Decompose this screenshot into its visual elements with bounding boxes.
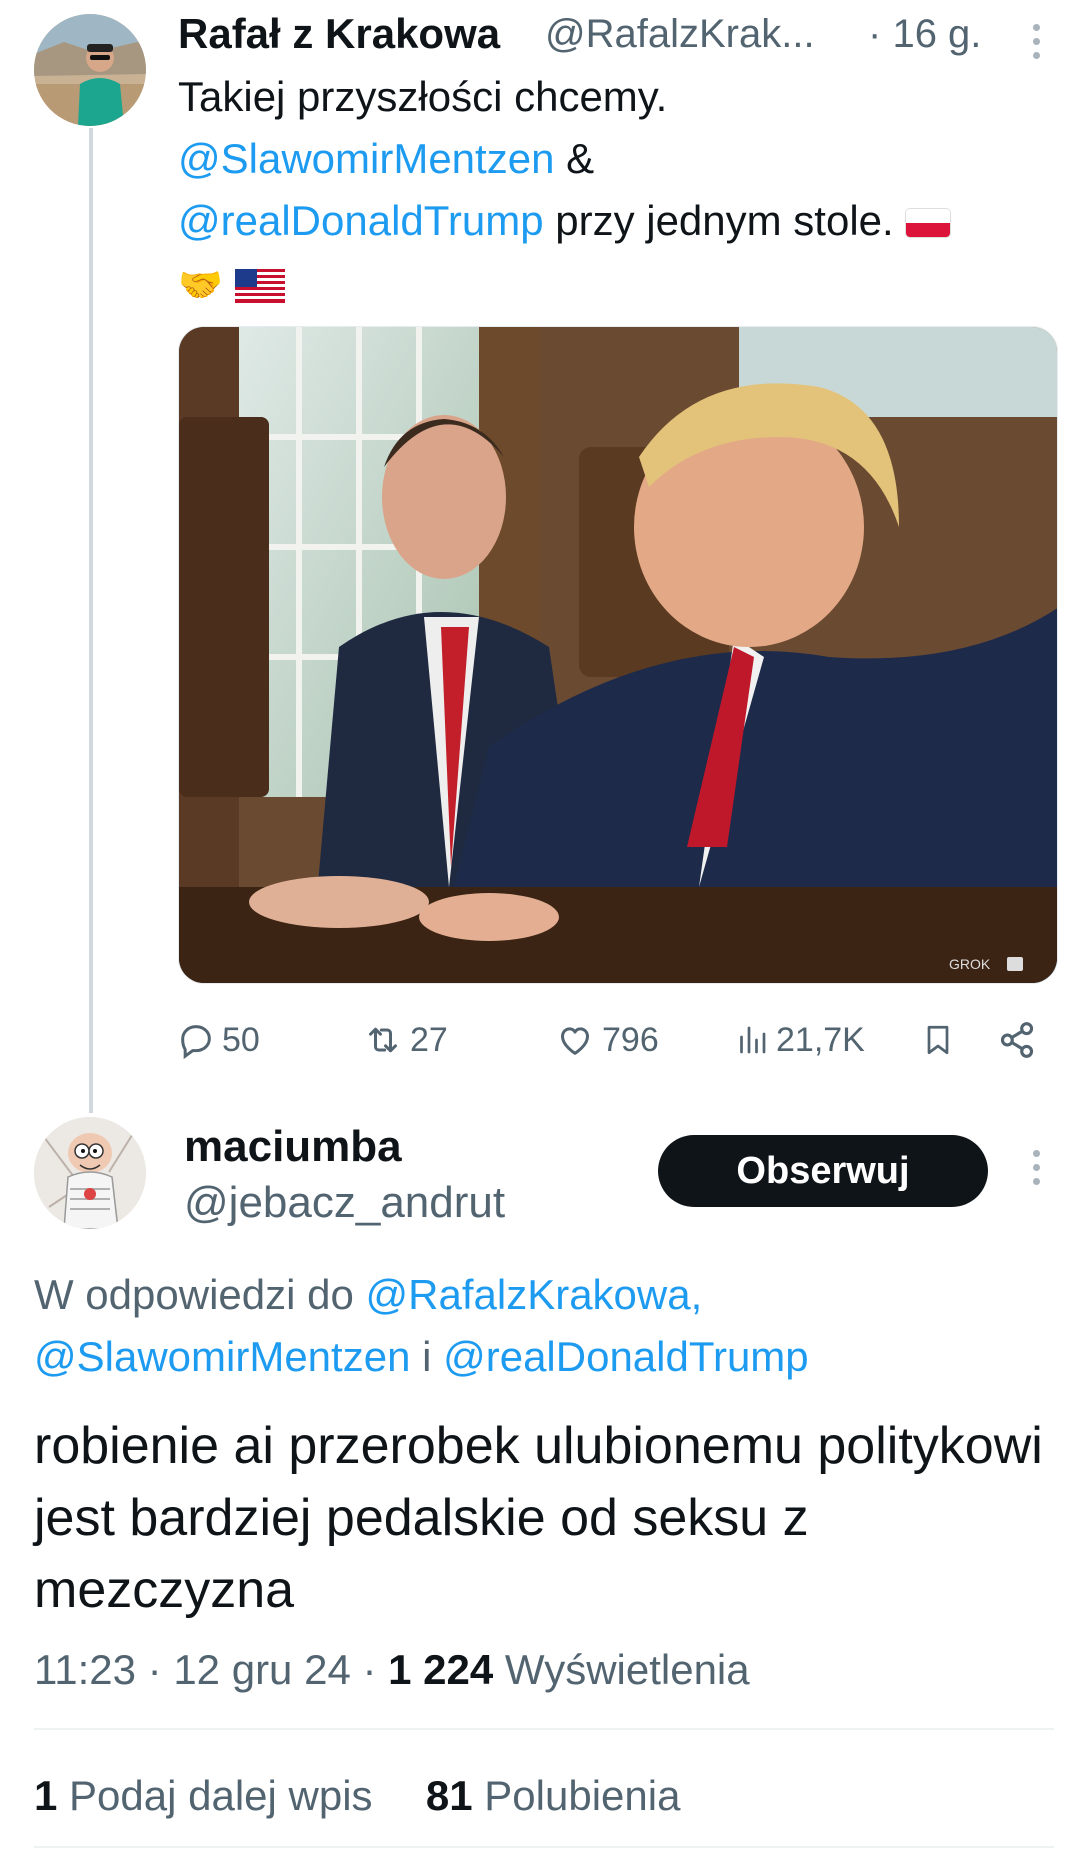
tweet1-text-line1: Takiej przyszłości chcemy. [178,73,668,120]
meta-sep: · [136,1646,174,1693]
tweet2-author-handle[interactable]: @jebacz_andrut [184,1178,505,1228]
tweet1-author-handle[interactable]: @RafalzKrak... [545,12,815,57]
time-ago: 16 g. [892,12,982,56]
handshake-icon: 🤝 [178,264,223,305]
avatar-rafal[interactable] [34,14,146,126]
bookmark-button[interactable] [920,1012,956,1068]
repost-action[interactable]: 27 [362,1012,448,1068]
avatar-maciumba[interactable] [34,1117,146,1229]
mention-trump[interactable]: @realDonaldTrump [178,197,544,244]
tweet2-meta: 11:23 · 12 gru 24 · 1 224 Wyświetlenia [34,1646,750,1694]
tweet2-stats: 1 Podaj dalej wpis 81 Polubienia [34,1772,680,1820]
usa-flag-icon [234,258,285,320]
media-watermark: GROK [949,956,991,972]
views-icon [740,1026,766,1054]
likes-stat[interactable]: 81 Polubienia [426,1772,681,1819]
tweet2-date[interactable]: 12 gru 24 [173,1646,350,1693]
tweet2-views-count: 1 224 [388,1646,494,1693]
views-action[interactable]: 21,7K [734,1012,865,1068]
views-count: 21,7K [776,1020,865,1059]
reply-mention-rafal[interactable]: @RafalzKrakowa, [366,1271,703,1318]
reply-prefix: W odpowiedzi do [34,1271,366,1318]
tweet1-media-image[interactable]: GROK [178,326,1058,984]
reposts-stat-label: Podaj dalej wpis [57,1772,373,1819]
reply-context: W odpowiedzi do @RafalzKrakowa, @Slawomi… [34,1264,1054,1388]
bookmark-icon [927,1025,949,1055]
thread-line [89,128,93,1113]
repost-count: 27 [410,1020,448,1059]
share-icon [1000,1022,1034,1058]
share-button[interactable] [996,1012,1038,1068]
tweet1-text: Takiej przyszłości chcemy. @SlawomirMent… [178,66,1058,320]
tweet1-more-icon[interactable] [1033,24,1045,66]
reply-mention-trump[interactable]: @realDonaldTrump [443,1333,809,1380]
likes-stat-label: Polubienia [472,1772,681,1819]
reply-mention-slawomir[interactable]: @SlawomirMentzen [34,1333,410,1380]
like-icon [561,1027,589,1055]
tweet2-more-icon[interactable] [1033,1150,1045,1192]
reposts-stat-count: 1 [34,1772,58,1819]
follow-button[interactable]: Obserwuj [658,1135,988,1207]
reply-icon [181,1025,211,1060]
reply-count: 50 [222,1020,260,1059]
likes-stat-count: 81 [425,1772,473,1819]
divider [34,1728,1054,1730]
repost-icon [369,1027,397,1053]
reply-action[interactable]: 50 [176,1012,260,1068]
tweet1-time[interactable]: · 16 g. [868,12,981,57]
tweet2-time[interactable]: 11:23 [34,1646,136,1693]
meta-sep: · [350,1646,389,1693]
amp: & [554,135,595,182]
tweet2-author-name[interactable]: maciumba [184,1122,402,1172]
reply-and: i [410,1333,444,1380]
like-count: 796 [602,1020,659,1059]
tweet1-text-end: przy jednym stole. [543,197,906,244]
time-separator: · [868,12,882,56]
tweet2-views-label: Wyświetlenia [493,1646,750,1693]
tweet1-author-name[interactable]: Rafał z Krakowa [178,10,500,58]
reposts-stat[interactable]: 1 Podaj dalej wpis [34,1772,373,1819]
mention-slawomir[interactable]: @SlawomirMentzen [178,135,554,182]
divider-bottom [34,1846,1054,1848]
poland-flag-icon [905,208,952,238]
like-action[interactable]: 796 [554,1012,659,1068]
tweet2-text: robienie ai przerobek ulubionemu polityk… [34,1417,1043,1619]
